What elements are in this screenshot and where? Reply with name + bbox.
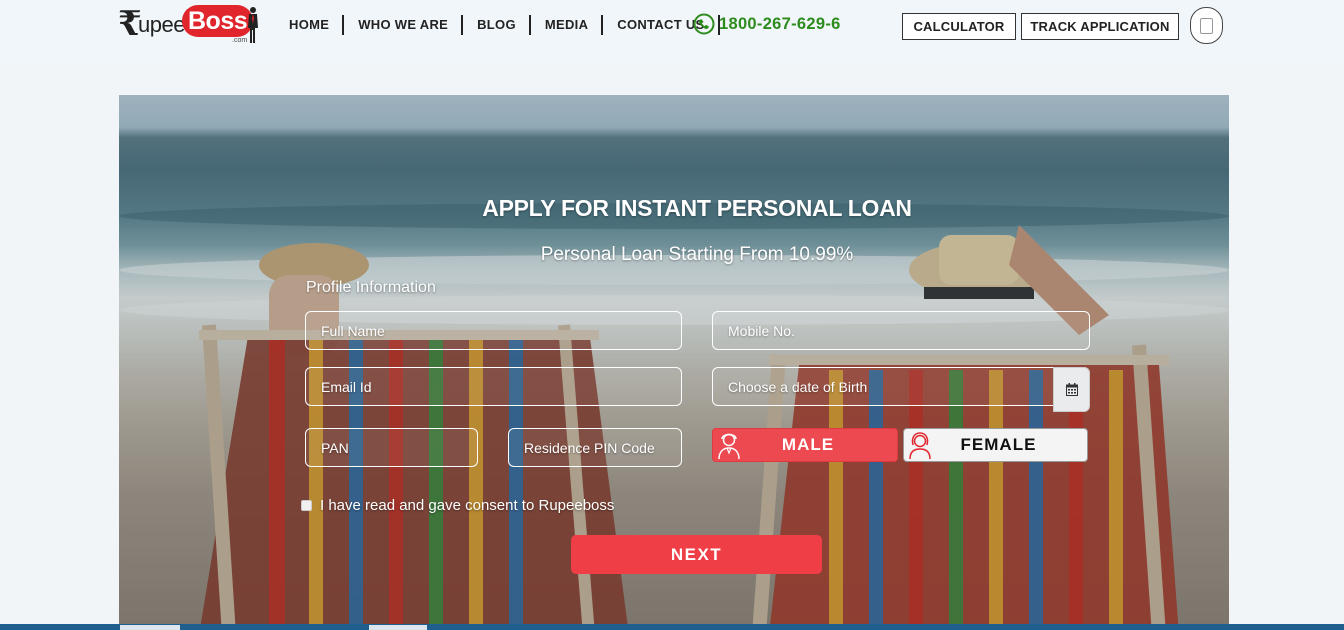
logo-domain: .com [232, 37, 248, 44]
gender-female-label: FEMALE [960, 435, 1037, 454]
site-header: ₹ upee Boss .com HOME WHO WE ARE BLOG ME… [0, 0, 1344, 64]
hero-title: APPLY FOR INSTANT PERSONAL LOAN [482, 195, 912, 221]
businessman-icon [248, 7, 258, 43]
female-user-icon [909, 432, 931, 460]
logo-text-boss: Boss [182, 5, 254, 37]
taskbar-item[interactable] [120, 625, 180, 630]
residence-pin-code-input[interactable]: Residence PIN Code [508, 428, 682, 467]
next-button[interactable]: NEXT [571, 535, 822, 574]
gender-male-label: MALE [781, 435, 835, 454]
track-application-button[interactable]: TRACK APPLICATION [1021, 13, 1179, 40]
taskbar-item[interactable] [369, 625, 427, 630]
main-nav: HOME WHO WE ARE BLOG MEDIA CONTACT US [283, 14, 728, 36]
menu-toggle-button[interactable] [1190, 7, 1223, 44]
gender-male-button[interactable]: MALE [712, 428, 898, 462]
nav-media[interactable]: MEDIA [539, 15, 604, 35]
mobile-icon [1200, 18, 1213, 34]
phone-number: 1800-267-629-6 [719, 14, 841, 33]
phone-icon [693, 13, 715, 35]
consent-checkbox[interactable] [301, 500, 312, 511]
hero-banner: APPLY FOR INSTANT PERSONAL LOAN Personal… [119, 95, 1229, 630]
consent-label: I have read and gave consent to Rupeebos… [320, 497, 615, 514]
male-user-icon [718, 433, 740, 460]
nav-blog[interactable]: BLOG [471, 15, 531, 35]
nav-home[interactable]: HOME [283, 15, 345, 35]
profile-information-label: Profile Information [306, 279, 436, 296]
pan-input[interactable]: PAN [305, 428, 478, 467]
hero-subtitle: Personal Loan Starting From 10.99% [540, 244, 854, 265]
calendar-icon [1065, 383, 1078, 396]
nav-who-we-are[interactable]: WHO WE ARE [352, 15, 464, 35]
consent-row: I have read and gave consent to Rupeebos… [301, 497, 614, 514]
calculator-button[interactable]: CALCULATOR [902, 13, 1016, 40]
date-of-birth-input[interactable]: Choose a date of Birth [712, 367, 1090, 406]
email-input[interactable]: Email Id [305, 367, 682, 406]
logo-text-upee: upee [138, 12, 185, 37]
gender-female-button[interactable]: FEMALE [903, 428, 1088, 462]
calendar-button[interactable] [1053, 367, 1090, 412]
full-name-input[interactable]: Full Name [305, 311, 682, 350]
taskbar-strip [0, 624, 1344, 630]
phone-contact[interactable]: 1800-267-629-6 [693, 13, 841, 35]
mobile-number-input[interactable]: Mobile No. [712, 311, 1090, 350]
rupeeboss-logo[interactable]: ₹ upee Boss .com [118, 4, 262, 46]
